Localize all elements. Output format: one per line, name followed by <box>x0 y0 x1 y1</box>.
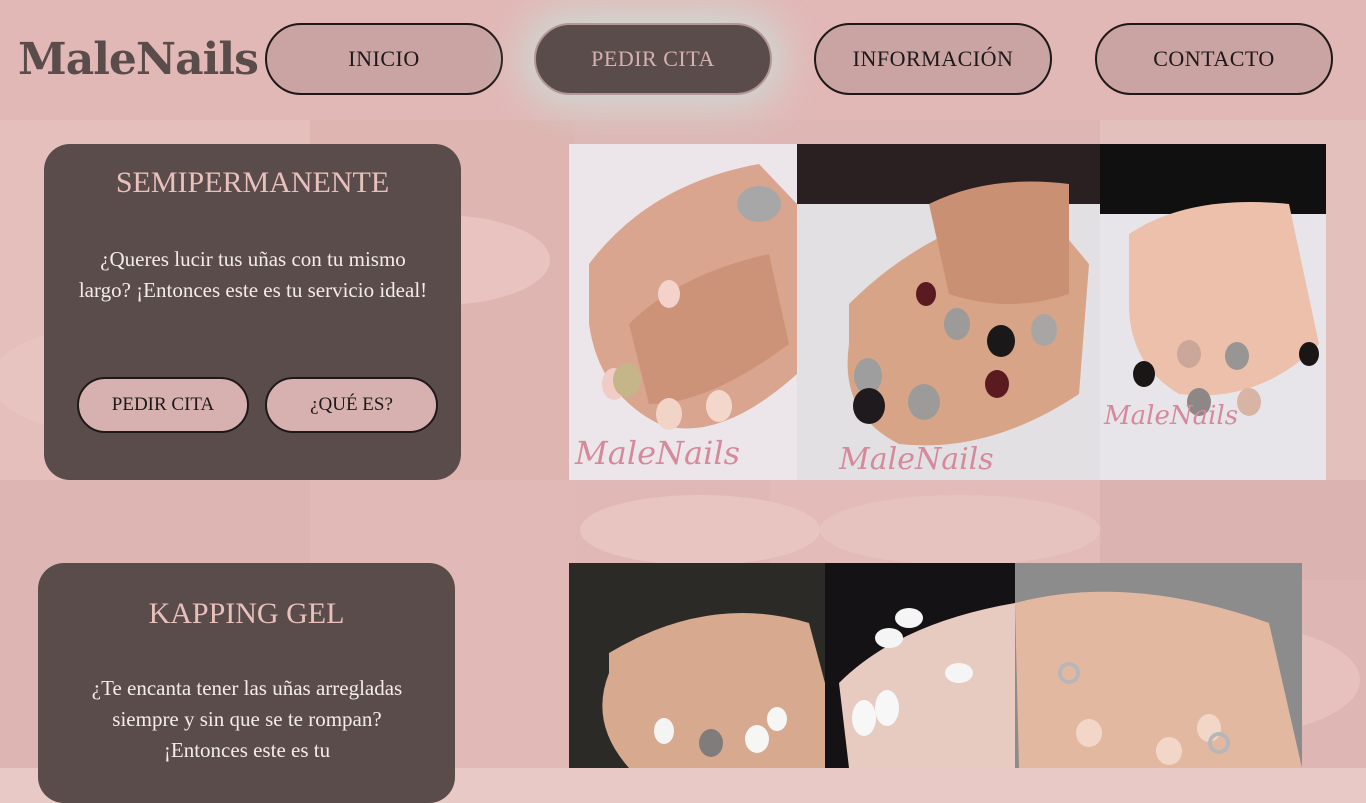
service-description: ¿Te encanta tener las uñas arregladas si… <box>91 676 403 762</box>
photo-watermark: MaleNails <box>1103 401 1238 431</box>
nav-inicio-button[interactable]: INICIO <box>265 23 503 95</box>
nav-contacto-button[interactable]: CONTACTO <box>1095 23 1333 95</box>
service-description: ¿Queres lucir tus uñas con tu mismo larg… <box>78 247 428 302</box>
site-logo[interactable]: MaleNails <box>18 34 259 85</box>
service-title: SEMIPERMANENTE <box>115 166 390 199</box>
book-appointment-button[interactable]: PEDIR CITA <box>77 377 249 433</box>
nav-pedir-cita-button[interactable]: PEDIR CITA <box>534 23 772 95</box>
what-is-button[interactable]: ¿QUÉ ES? <box>265 377 438 433</box>
service-card-semipermanente: SEMIPERMANENTE ¿Queres lucir tus uñas co… <box>44 144 461 480</box>
kapping-gel-photo-gallery <box>569 563 1302 768</box>
nails-photo-collage <box>569 563 1302 768</box>
service-card-kapping-gel: KAPPING GEL ¿Te encanta tener las uñas a… <box>38 563 455 803</box>
site-header: MaleNails INICIO PEDIR CITA INFORMACIÓN … <box>0 0 1366 120</box>
service-title: KAPPING GEL <box>148 597 345 630</box>
photo-watermark: MaleNails <box>574 434 740 472</box>
nav-informacion-button[interactable]: INFORMACIÓN <box>814 23 1052 95</box>
nails-photo-collage: MaleNails MaleNails MaleNails <box>569 144 1326 480</box>
photo-watermark: MaleNails <box>838 442 994 477</box>
semipermanente-photo-gallery: MaleNails MaleNails MaleNails <box>569 144 1326 480</box>
